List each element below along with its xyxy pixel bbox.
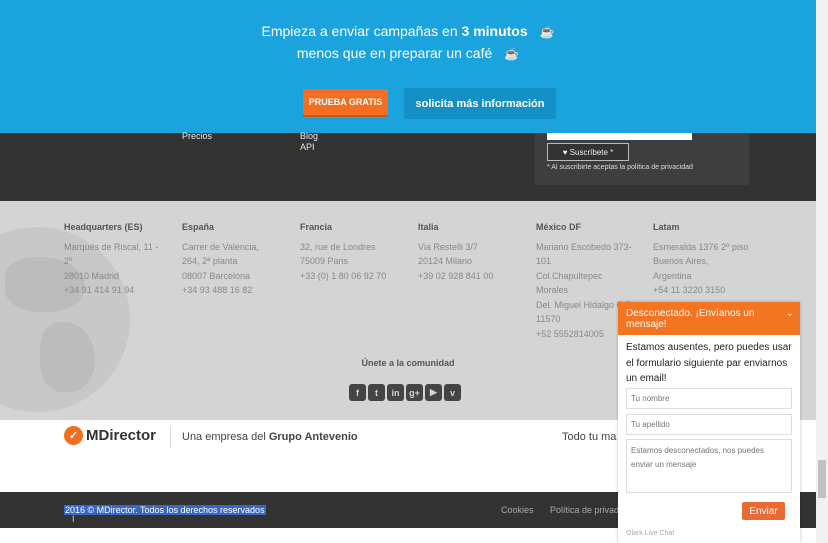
chat-offline-message: Estamos ausentes, pero puedes usar el fo…: [626, 342, 792, 384]
office-column: Francia 32, rue de Londres 75009 Paris +33 …: [300, 220, 408, 283]
office-column: Italia Via Restelli 3/7 20124 Milano +39 02…: [418, 220, 526, 283]
office-address-line: 08007 Barcelona: [182, 270, 251, 281]
logo-text: MDirector: [86, 427, 157, 444]
chat-send-button[interactable]: Enviar: [742, 502, 785, 520]
office-address-line: +34 93 488 16 82: [182, 285, 253, 295]
office-address-line: +54 11 3220 3150: [653, 285, 726, 295]
office-address-line: 28010 Madrid: [64, 270, 120, 281]
banner-headline: Empieza a enviar campañas en 3 minutos ☕: [0, 23, 816, 39]
office-address-line: Argentina: [653, 270, 692, 281]
footer-link-pricing[interactable]: Precios: [182, 131, 212, 141]
office-address-line: 20124 Milano: [418, 256, 473, 266]
heart-icon: ♥: [562, 147, 568, 157]
office-address-line: Mariano Escobedo 373-: [536, 241, 632, 252]
office-name: México DF: [536, 222, 582, 232]
banner-subline: menos que en preparar un café ☕: [0, 45, 816, 61]
office-address-line: +34 91 414 91 94: [64, 285, 135, 295]
office-address-line: 75009 Paris: [300, 256, 349, 266]
request-info-button[interactable]: solicita más información: [404, 88, 556, 119]
office-address-line: 2º: [64, 256, 73, 266]
chat-header[interactable]: Desconectado. ¡Envíanos un mensaje! ⌄: [618, 302, 800, 335]
google-plus-icon[interactable]: g+: [406, 384, 423, 401]
office-name: Latam: [653, 222, 680, 232]
youtube-icon[interactable]: ▶: [425, 384, 442, 401]
chat-surname-input[interactable]: [626, 414, 792, 435]
brand-divider: [170, 426, 171, 448]
vimeo-icon[interactable]: v: [444, 384, 461, 401]
company-tagline: Una empresa del Grupo Antevenio: [182, 431, 358, 443]
office-address-line: Col.Chapultepec: [536, 270, 603, 281]
office-name: Francia: [300, 222, 333, 232]
office-address-line: Morales: [536, 285, 569, 295]
office-address-line: +39 02 928 841 00: [418, 270, 494, 281]
footer-link-api[interactable]: API: [300, 142, 315, 152]
banner-headline-bold: 3 minutos: [461, 23, 528, 39]
footer-link-blog[interactable]: Blog: [300, 131, 318, 141]
office-address-line: 264, 2ª planta: [182, 256, 238, 266]
newsletter-email-input[interactable]: [547, 133, 692, 140]
office-address-line: +33 (0) 1 80 06 92 70: [300, 270, 387, 281]
office-name: España: [182, 222, 215, 232]
office-address-line: Carrer de Valencia,: [182, 241, 259, 252]
chat-message-textarea[interactable]: [626, 439, 792, 493]
tagline-group: Grupo Antevenio: [268, 431, 358, 443]
office-column: España Carrer de Valencia, 264, 2ª planta 0…: [182, 220, 290, 298]
live-chat-widget: Desconectado. ¡Envíanos un mensaje! ⌄ Es…: [618, 302, 800, 543]
copyright-text: 2016 © MDirector. Todos los derechos res…: [64, 505, 266, 515]
cookies-link[interactable]: Cookies: [501, 505, 534, 515]
office-column: Latam Esmeralda 1376 2º piso Buenos Aires,…: [653, 220, 761, 298]
office-column: Headquarters (ES) Marqués de Riscal, 11 -…: [64, 220, 172, 298]
text-cursor-icon: I: [72, 514, 75, 524]
subscribe-privacy-note: * Al suscribirte aceptas la política de …: [547, 164, 693, 171]
banner-subline-text: menos que en preparar un café: [296, 45, 493, 61]
chat-header-text: Desconectado. ¡Envíanos un mensaje!: [626, 308, 755, 330]
office-address-line: 101: [536, 256, 552, 266]
chat-name-input[interactable]: [626, 388, 792, 409]
mdirector-logo-icon: ✓: [64, 426, 83, 445]
chat-provider-label: Olark Live Chat: [626, 530, 675, 537]
twitter-icon[interactable]: t: [368, 384, 385, 401]
coffee-cup-icon: ☕: [539, 25, 555, 39]
scrollbar-thumb[interactable]: [818, 460, 826, 498]
banner-headline-text: Empieza a enviar campañas en: [261, 23, 462, 39]
office-name: Headquarters (ES): [64, 222, 143, 232]
office-name: Italia: [418, 222, 439, 232]
social-links: f t in g+ ▶ v: [349, 384, 461, 401]
subscribe-button[interactable]: ♥ Suscríbete *: [547, 143, 629, 161]
tagline-prefix: Una empresa del: [182, 431, 269, 443]
privacy-policy-link[interactable]: Política de privad: [550, 505, 619, 515]
subscribe-button-label: Suscríbete *: [569, 147, 614, 157]
office-address-line: Via Restelli 3/7: [418, 241, 478, 252]
linkedin-icon[interactable]: in: [387, 384, 404, 401]
free-trial-button[interactable]: PRUEBA GRATIS: [303, 89, 388, 115]
tagline-right: Todo tu ma: [562, 431, 617, 443]
chevron-down-icon[interactable]: ⌄: [786, 308, 794, 319]
office-address-line: Marqués de Riscal, 11 -: [64, 241, 159, 252]
office-address-line: Esmeralda 1376 2º piso: [653, 241, 749, 252]
office-address-line: 32, rue de Londres: [300, 241, 376, 252]
coffee-cup-icon: ☕: [504, 47, 520, 61]
promo-banner: Empieza a enviar campañas en 3 minutos ☕…: [0, 0, 816, 133]
mdirector-logo[interactable]: ✓ MDirector: [64, 426, 156, 445]
office-address-line: Buenos Aires,: [653, 256, 709, 266]
facebook-icon[interactable]: f: [349, 384, 366, 401]
newsletter-box: ♥ Suscríbete * * Al suscribirte aceptas …: [535, 133, 749, 185]
